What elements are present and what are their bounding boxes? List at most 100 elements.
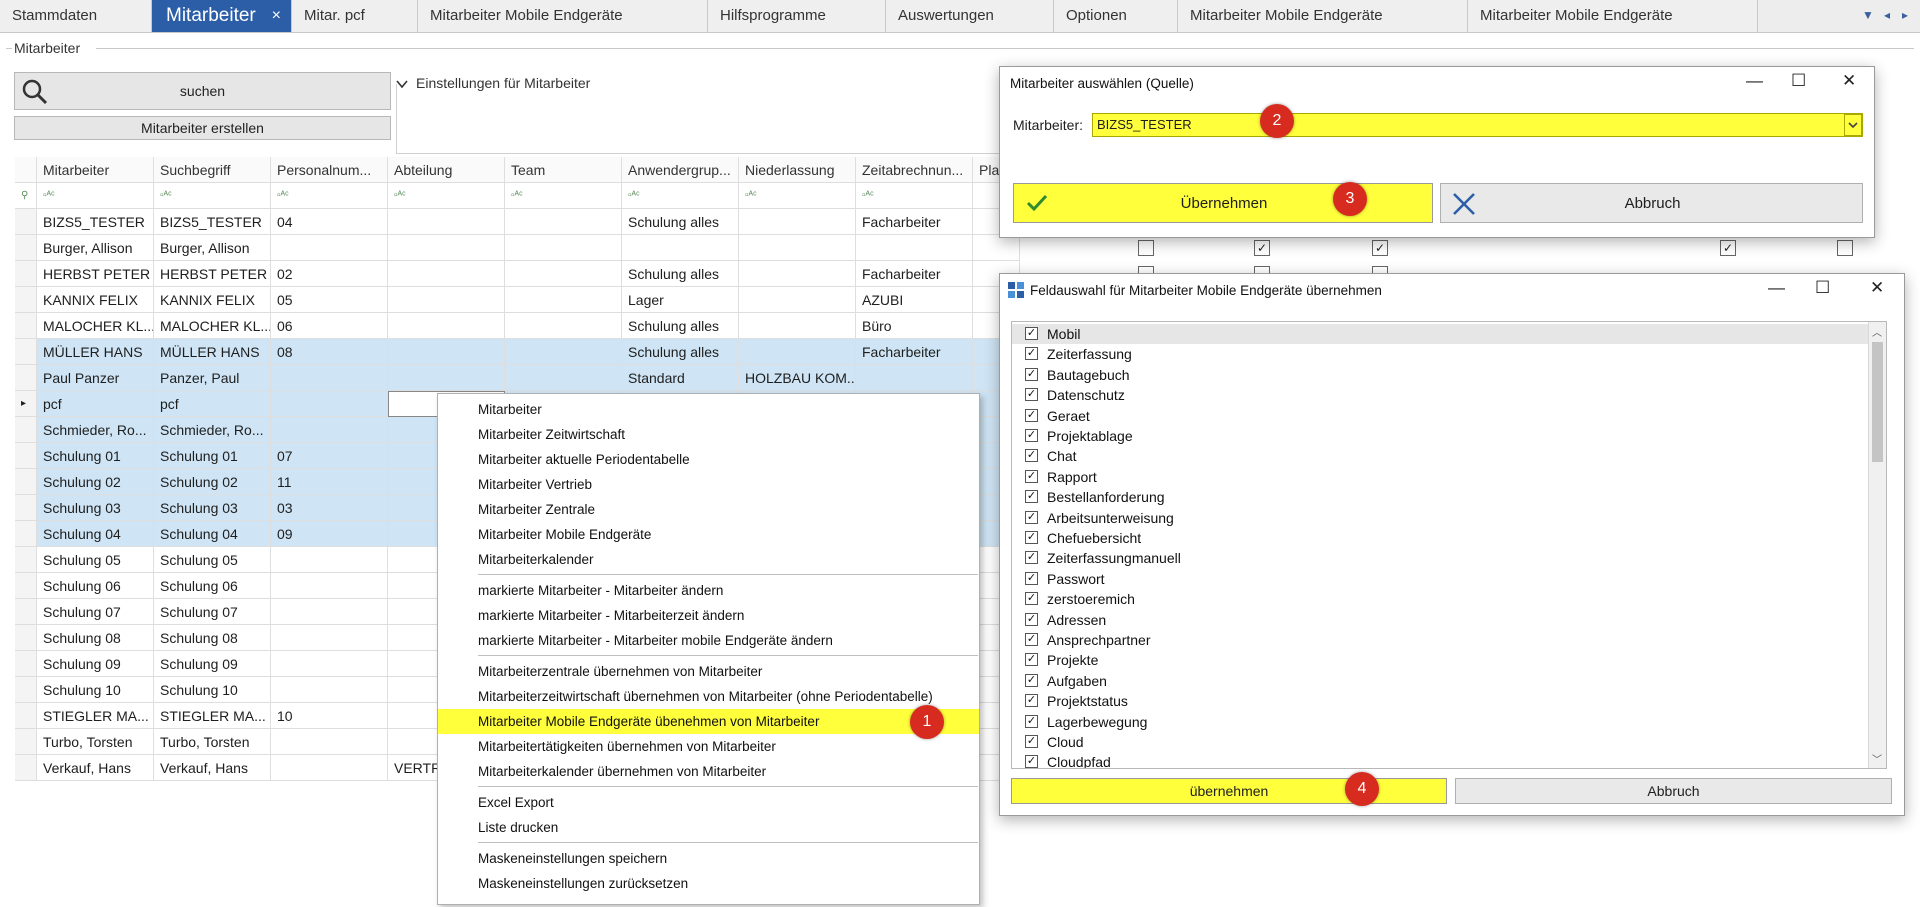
table-cell[interactable]: 09 bbox=[271, 521, 388, 547]
field-checklist-item[interactable]: ✓ Ansprechpartner bbox=[1025, 630, 1885, 650]
table-cell[interactable]: Schulung alles bbox=[622, 209, 739, 235]
column-filter-cell[interactable]: ▫ᴬᶜ bbox=[505, 183, 622, 209]
table-cell[interactable]: 07 bbox=[271, 443, 388, 469]
context-menu-item[interactable]: Mitarbeiter Zentrale bbox=[438, 497, 979, 522]
checkbox[interactable]: ✓ bbox=[1025, 755, 1038, 768]
table-cell[interactable] bbox=[505, 235, 622, 261]
checkbox[interactable]: ✓ bbox=[1025, 531, 1038, 544]
table-cell[interactable]: Schulung alles bbox=[622, 313, 739, 339]
table-cell[interactable]: Schulung 06 bbox=[154, 573, 271, 599]
table-cell[interactable]: Burger, Allison bbox=[154, 235, 271, 261]
grid-checkbox[interactable] bbox=[1837, 240, 1853, 256]
checkbox[interactable]: ✓ bbox=[1025, 429, 1038, 442]
row-indicator[interactable] bbox=[15, 365, 37, 391]
table-cell[interactable] bbox=[388, 365, 505, 391]
context-menu-item[interactable]: markierte Mitarbeiter - Mitarbeiterzeit … bbox=[438, 603, 979, 628]
table-cell[interactable]: pcf bbox=[37, 391, 154, 417]
column-header[interactable]: Abteilung bbox=[388, 157, 505, 183]
row-indicator[interactable] bbox=[15, 703, 37, 729]
table-cell[interactable]: Schmieder, Ro... bbox=[37, 417, 154, 443]
table-cell[interactable]: Schulung 09 bbox=[37, 651, 154, 677]
table-cell[interactable]: AZUBI bbox=[856, 287, 973, 313]
table-cell[interactable]: BIZS5_TESTER bbox=[37, 209, 154, 235]
checkbox[interactable]: ✓ bbox=[1025, 612, 1038, 626]
checkbox[interactable]: ✓ bbox=[1025, 633, 1038, 646]
create-employee-button[interactable]: Mitarbeiter erstellen bbox=[14, 116, 391, 140]
table-cell[interactable]: HERBST PETER bbox=[154, 261, 271, 287]
table-cell[interactable]: Schulung 05 bbox=[37, 547, 154, 573]
table-cell[interactable] bbox=[388, 339, 505, 365]
row-indicator[interactable] bbox=[15, 287, 37, 313]
context-menu-item[interactable]: Mitarbeitertätigkeiten übernehmen von Mi… bbox=[438, 734, 979, 759]
maximize-icon[interactable]: ☐ bbox=[1815, 278, 1830, 298]
table-cell[interactable]: 08 bbox=[271, 339, 388, 365]
table-cell[interactable] bbox=[271, 651, 388, 677]
table-cell[interactable] bbox=[739, 313, 856, 339]
table-cell[interactable]: 05 bbox=[271, 287, 388, 313]
tab-mobile-endgeraete-2[interactable]: Mitarbeiter Mobile Endgeräte bbox=[1178, 0, 1468, 32]
checkbox[interactable]: ✓ bbox=[1025, 510, 1038, 524]
table-cell[interactable]: MALOCHER KL... bbox=[154, 313, 271, 339]
field-checklist-item[interactable]: ✓ Passwort bbox=[1025, 569, 1885, 589]
table-cell[interactable]: pcf bbox=[154, 391, 271, 417]
row-indicator[interactable] bbox=[15, 729, 37, 755]
table-cell[interactable]: 02 bbox=[271, 261, 388, 287]
table-cell[interactable] bbox=[271, 365, 388, 391]
table-cell[interactable]: 04 bbox=[271, 209, 388, 235]
table-cell[interactable]: HERBST PETER bbox=[37, 261, 154, 287]
table-cell[interactable]: Lager bbox=[622, 287, 739, 313]
table-cell[interactable] bbox=[622, 235, 739, 261]
tab-mobile-endgeraete-1[interactable]: Mitarbeiter Mobile Endgeräte bbox=[418, 0, 708, 32]
row-indicator[interactable] bbox=[15, 209, 37, 235]
table-cell[interactable] bbox=[388, 287, 505, 313]
table-cell[interactable]: Standard bbox=[622, 365, 739, 391]
field-checklist-item[interactable]: ✓ Zeiterfassungmanuell bbox=[1025, 548, 1885, 568]
table-cell[interactable] bbox=[271, 547, 388, 573]
column-filter-cell[interactable]: ▫ᴬᶜ bbox=[739, 183, 856, 209]
row-indicator[interactable] bbox=[15, 339, 37, 365]
field-checklist-item[interactable]: ✓ Projekte bbox=[1025, 650, 1885, 670]
row-indicator[interactable] bbox=[15, 495, 37, 521]
context-menu-item[interactable]: Mitarbeiterkalender bbox=[438, 547, 979, 572]
table-cell[interactable]: Verkauf, Hans bbox=[154, 755, 271, 781]
table-cell[interactable]: Burger, Allison bbox=[37, 235, 154, 261]
table-cell[interactable]: Paul Panzer bbox=[37, 365, 154, 391]
checkbox[interactable]: ✓ bbox=[1025, 714, 1038, 728]
table-cell[interactable] bbox=[505, 365, 622, 391]
tab-mobile-endgeraete-3[interactable]: Mitarbeiter Mobile Endgeräte bbox=[1468, 0, 1758, 32]
context-menu-item[interactable]: Mitarbeiter Mobile Endgeräte bbox=[438, 522, 979, 547]
table-cell[interactable]: Schulung 09 bbox=[154, 651, 271, 677]
checkbox[interactable]: ✓ bbox=[1025, 551, 1038, 565]
field-checklist-item[interactable]: ✓ Adressen bbox=[1025, 610, 1885, 630]
column-filter-cell[interactable]: ▫ᴬᶜ bbox=[154, 183, 271, 209]
row-indicator[interactable] bbox=[15, 443, 37, 469]
table-cell[interactable]: Schulung 08 bbox=[37, 625, 154, 651]
row-indicator[interactable] bbox=[15, 677, 37, 703]
row-indicator[interactable] bbox=[15, 573, 37, 599]
column-filter-cell[interactable]: ▫ᴬᶜ bbox=[271, 183, 388, 209]
table-cell[interactable]: Schulung 02 bbox=[154, 469, 271, 495]
close-icon[interactable]: ✕ bbox=[1842, 71, 1856, 91]
field-checklist-item[interactable]: ✓ Cloud bbox=[1025, 732, 1885, 752]
table-cell[interactable] bbox=[856, 235, 973, 261]
table-cell[interactable] bbox=[739, 287, 856, 313]
minimize-icon[interactable]: — bbox=[1746, 71, 1763, 91]
column-header[interactable]: Anwendergrup... bbox=[622, 157, 739, 183]
context-menu-item[interactable]: Excel Export bbox=[438, 790, 979, 815]
column-header[interactable]: Team bbox=[505, 157, 622, 183]
uebernehmen-button[interactable]: Übernehmen bbox=[1013, 183, 1433, 223]
search-button[interactable]: suchen bbox=[14, 72, 391, 110]
field-checklist-item[interactable]: ✓ zerstoeremich bbox=[1025, 589, 1885, 609]
row-indicator[interactable] bbox=[15, 755, 37, 781]
chevron-right-icon[interactable]: ▸ bbox=[1902, 8, 1908, 22]
row-indicator[interactable] bbox=[15, 599, 37, 625]
context-menu-item[interactable]: Liste drucken bbox=[438, 815, 979, 840]
table-cell[interactable]: MÜLLER HANS bbox=[37, 339, 154, 365]
field-checklist-item[interactable]: ✓ Arbeitsunterweisung bbox=[1025, 508, 1885, 528]
maximize-icon[interactable]: ☐ bbox=[1791, 71, 1806, 91]
table-cell[interactable] bbox=[739, 209, 856, 235]
checkbox[interactable]: ✓ bbox=[1025, 367, 1038, 381]
table-cell[interactable]: Schulung 03 bbox=[37, 495, 154, 521]
row-indicator[interactable] bbox=[15, 417, 37, 443]
table-cell[interactable] bbox=[271, 599, 388, 625]
